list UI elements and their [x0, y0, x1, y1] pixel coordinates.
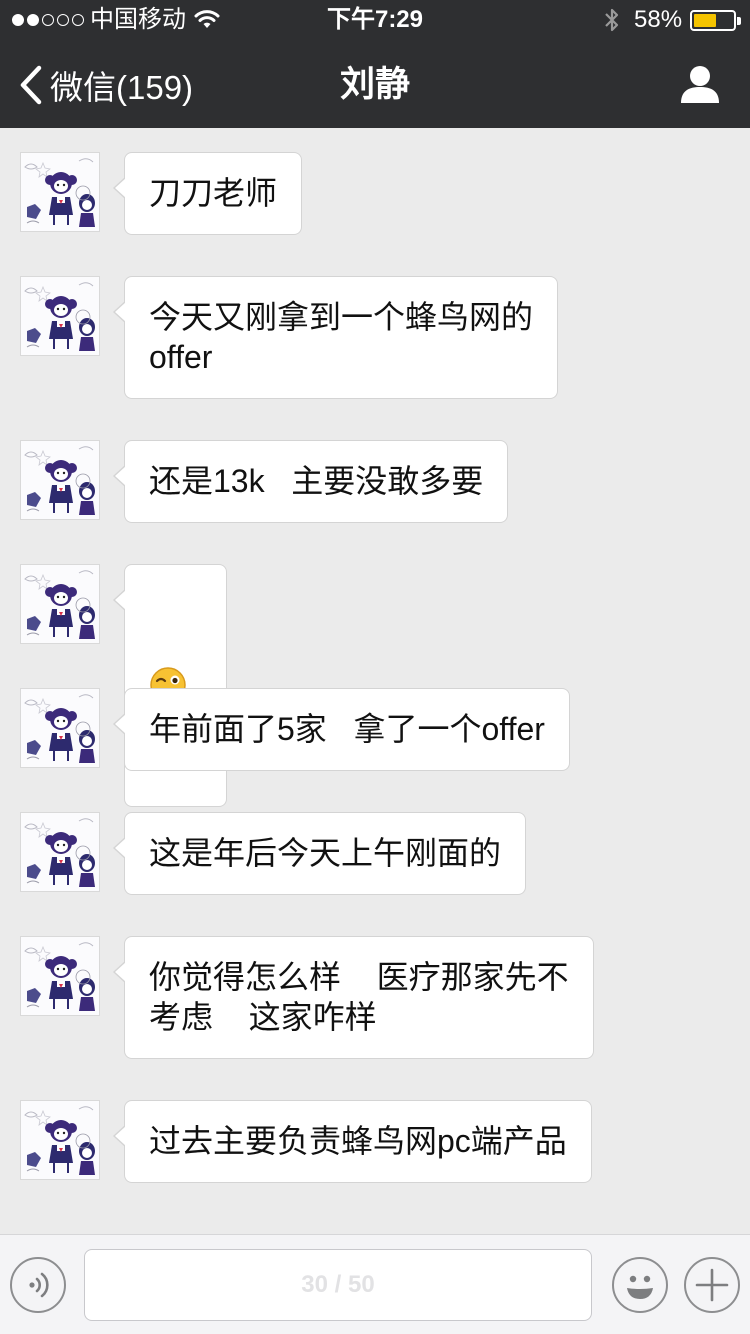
person-icon[interactable]	[680, 64, 720, 104]
avatar[interactable]	[20, 1100, 100, 1180]
message-list[interactable]: 刀刀老师 今天又刚拿到一个蜂鸟网的 offer 还是13k 主要没敢多要 年前面…	[0, 128, 750, 1234]
message-bubble[interactable]: 这是年后今天上午刚面的	[112, 812, 527, 895]
avatar[interactable]	[20, 152, 100, 232]
message-bubble[interactable]: 过去主要负责蜂鸟网pc端产品	[113, 1100, 592, 1183]
emoji-button[interactable]	[612, 1257, 668, 1313]
avatar[interactable]	[20, 688, 100, 768]
message-bubble[interactable]: 年前面了5家 拿了一个offer	[113, 688, 570, 771]
message-bubble[interactable]: 还是13k 主要没敢多要	[112, 440, 509, 523]
top-bar: 中国移动 下午7:29 58% 微信(159) 刘静	[0, 0, 750, 128]
input-bar: 30 / 50	[0, 1234, 750, 1334]
chat-title: 刘静	[339, 65, 410, 104]
plus-icon	[695, 1268, 729, 1302]
bluetooth-icon	[605, 8, 619, 32]
avatar[interactable]	[20, 276, 100, 356]
message-input[interactable]: 30 / 50	[84, 1249, 592, 1321]
voice-button[interactable]	[10, 1257, 66, 1313]
battery-level-fill	[694, 14, 716, 27]
avatar[interactable]	[20, 812, 100, 892]
emoji-icon	[627, 1275, 653, 1299]
avatar[interactable]	[20, 564, 100, 644]
avatar[interactable]	[20, 440, 100, 520]
message-bubble[interactable]: 你觉得怎么样 医疗那家先不 考虑 这家咋样	[113, 936, 594, 1059]
more-button[interactable]	[684, 1257, 740, 1313]
message-bubble[interactable]: 刀刀老师	[112, 152, 303, 235]
status-bar: 中国移动 下午7:29 58%	[0, 0, 750, 40]
battery-percentage: 58%	[634, 6, 683, 33]
voice-icon	[29, 1272, 49, 1298]
battery-icon	[690, 10, 741, 31]
message-bubble[interactable]: 今天又刚拿到一个蜂鸟网的 offer	[112, 276, 559, 399]
avatar[interactable]	[20, 936, 100, 1016]
